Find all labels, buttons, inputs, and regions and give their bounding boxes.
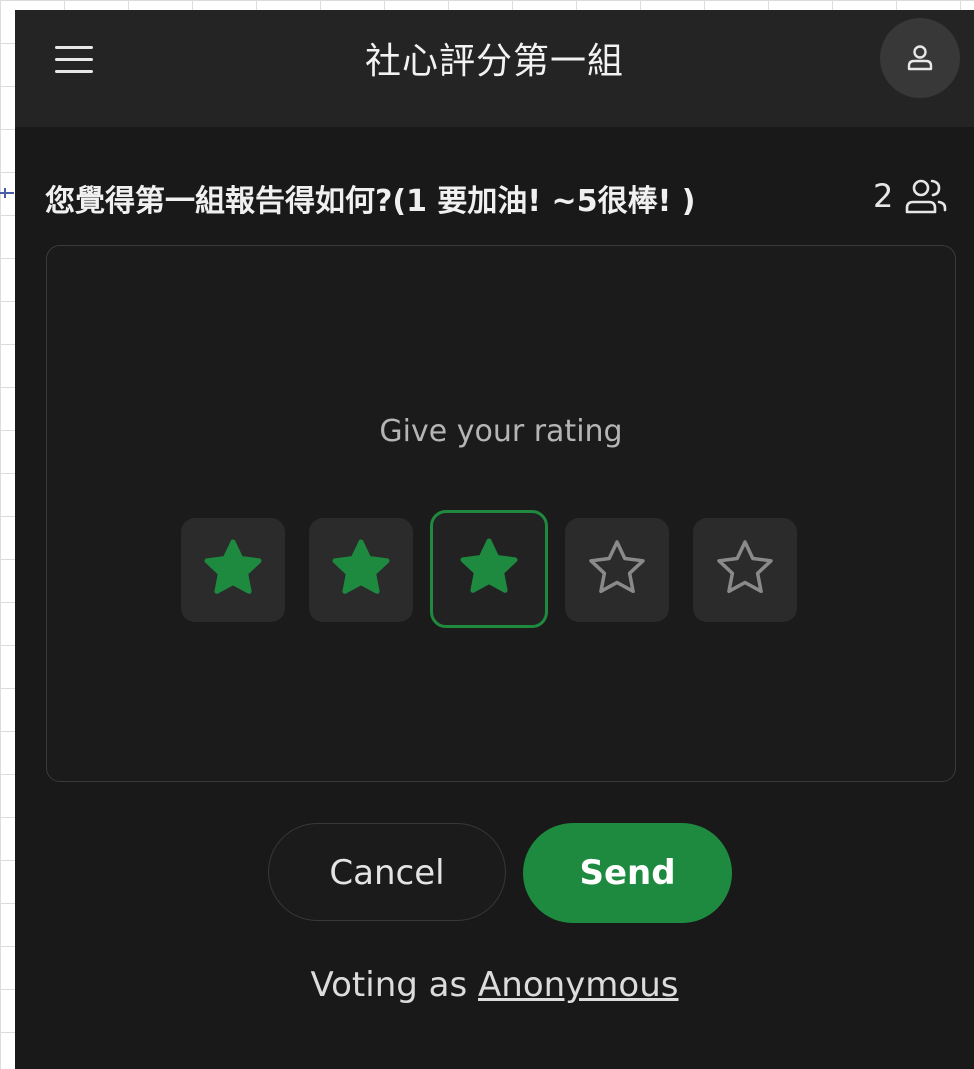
star-button-5[interactable] (693, 518, 797, 622)
question-text: 您覺得第一組報告得如何?(1 要加油! ~5很棒! ) (45, 184, 696, 219)
voter-count: 2 (873, 176, 949, 216)
star-button-4[interactable] (565, 518, 669, 622)
star-button-3[interactable] (430, 510, 548, 628)
cancel-button[interactable]: Cancel (268, 823, 506, 921)
poll-app: 社心評分第一組 您覺得第一組報告得如何?(1 要加油! ~5很棒! ) 2 Gi… (15, 10, 974, 1069)
user-icon (907, 45, 933, 71)
star-filled-icon (460, 538, 518, 593)
voting-as-label: Voting as (310, 965, 468, 1005)
star-outline-icon (589, 540, 645, 594)
rating-panel: Give your rating (46, 245, 956, 782)
star-filled-icon (332, 539, 390, 594)
rating-prompt: Give your rating (379, 414, 623, 449)
anonymous-link[interactable]: Anonymous (478, 965, 678, 1005)
voter-count-value: 2 (873, 177, 894, 215)
star-outline-icon (717, 540, 773, 594)
voting-as-line: Voting as Anonymous (15, 965, 974, 1005)
users-icon (906, 179, 947, 214)
star-filled-icon (204, 539, 262, 594)
star-button-1[interactable] (181, 518, 285, 622)
top-bar: 社心評分第一組 (15, 10, 974, 127)
cell-marker (0, 188, 14, 202)
page-title: 社心評分第一組 (364, 41, 624, 82)
send-button[interactable]: Send (523, 823, 732, 923)
profile-button[interactable] (880, 18, 960, 98)
star-button-2[interactable] (309, 518, 413, 622)
